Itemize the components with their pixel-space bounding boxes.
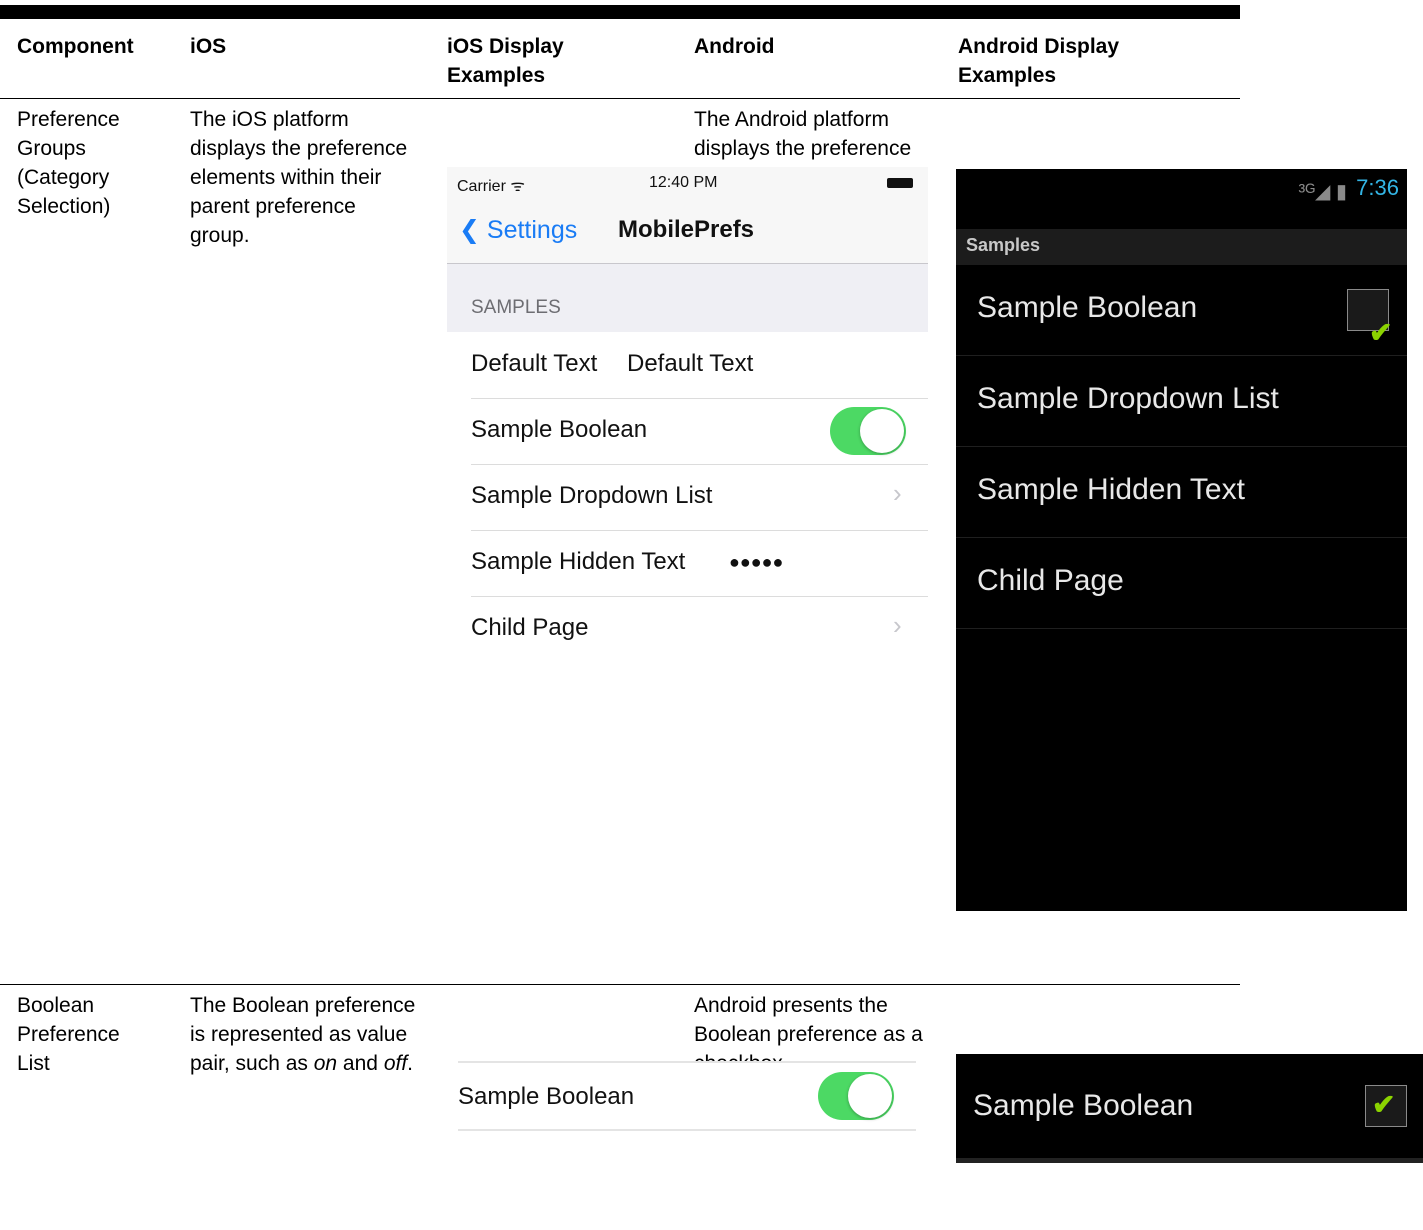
row-child-page[interactable]: Child Page › bbox=[471, 596, 928, 662]
check-icon: ✔ bbox=[1372, 1089, 1396, 1120]
ios-boolean-screenshot: Sample Boolean bbox=[458, 1061, 916, 1131]
row-label: Sample Boolean bbox=[977, 291, 1198, 324]
header-android: Android bbox=[694, 35, 775, 58]
row-label: Sample Dropdown List bbox=[471, 482, 713, 509]
divider bbox=[458, 1061, 916, 1063]
desc-text: . bbox=[407, 1052, 414, 1075]
boolean-label: Sample Boolean bbox=[973, 1089, 1194, 1122]
ios-time: 12:40 PM bbox=[649, 174, 718, 191]
android-row-sample-boolean[interactable]: Sample Boolean ✔ bbox=[956, 265, 1407, 356]
table-top-border bbox=[0, 5, 1240, 19]
row-sample-dropdown[interactable]: Sample Dropdown List › bbox=[471, 464, 928, 531]
android-status-bar: ³ᴳ◢ ▮ 7:36 bbox=[956, 169, 1407, 229]
row-label: Default Text bbox=[471, 350, 598, 377]
boolean-toggle[interactable] bbox=[830, 407, 906, 455]
row-value: ●●●●● bbox=[729, 552, 784, 572]
row1-component: Preference Groups (Category Selection) bbox=[17, 108, 120, 218]
android-row-sample-dropdown[interactable]: Sample Dropdown List bbox=[956, 356, 1407, 447]
header-android-display: Android Display Examples bbox=[958, 35, 1120, 87]
nav-title: MobilePrefs bbox=[618, 216, 755, 243]
chevron-right-icon: › bbox=[893, 478, 902, 508]
row2-ios-desc: The Boolean preference is represented as… bbox=[190, 991, 420, 1078]
divider bbox=[956, 1158, 1423, 1163]
checkbox[interactable]: ✔ bbox=[1347, 289, 1392, 348]
section-title: SAMPLES bbox=[471, 297, 561, 318]
android-preferences-screenshot: ³ᴳ◢ ▮ 7:36 Samples Sample Boolean ✔ Samp… bbox=[956, 169, 1407, 911]
check-icon: ✔ bbox=[1369, 317, 1393, 348]
android-clock: 7:36 bbox=[1356, 175, 1399, 200]
header-rule bbox=[0, 98, 1240, 99]
header-ios-display: iOS Display Examples bbox=[447, 35, 564, 87]
row-label: Child Page bbox=[471, 614, 589, 641]
android-row-sample-hidden-text[interactable]: Sample Hidden Text bbox=[956, 447, 1407, 538]
desc-off: off bbox=[383, 1052, 408, 1075]
desc-text: and bbox=[337, 1052, 384, 1075]
row-sample-hidden-text[interactable]: Sample Hidden Text ●●●●● bbox=[471, 530, 928, 597]
row1-ios-desc: The iOS platform displays the preference… bbox=[190, 108, 408, 247]
android-boolean-screenshot: Sample Boolean ✔ bbox=[956, 1054, 1423, 1163]
row-label: Child Page bbox=[977, 564, 1124, 597]
row-label: Sample Dropdown List bbox=[977, 382, 1279, 415]
category-title: Samples bbox=[966, 235, 1041, 255]
desc-on: on bbox=[313, 1052, 338, 1075]
row-label: Sample Boolean bbox=[471, 416, 648, 443]
battery-icon bbox=[887, 178, 913, 188]
back-button[interactable]: ❮ Settings bbox=[459, 215, 577, 245]
toggle-knob bbox=[848, 1074, 892, 1118]
row-label: Sample Hidden Text bbox=[471, 548, 686, 575]
checkbox[interactable]: ✔ bbox=[1365, 1085, 1407, 1127]
header-component: Component bbox=[17, 35, 134, 58]
android-row-child-page[interactable]: Child Page bbox=[956, 538, 1407, 629]
ios-carrier: Carrier ᯤ bbox=[457, 178, 525, 195]
row-divider bbox=[0, 984, 1240, 985]
row-label: Sample Hidden Text bbox=[977, 473, 1245, 506]
ios-navbar: Carrier ᯤ 12:40 PM ❮ Settings MobilePref… bbox=[447, 167, 928, 264]
boolean-toggle[interactable] bbox=[818, 1072, 894, 1120]
divider bbox=[458, 1129, 916, 1131]
row-default-text[interactable]: Default Text Default Text bbox=[471, 332, 928, 399]
row-value: Default Text bbox=[627, 350, 754, 377]
row2-component: Boolean Preference List bbox=[17, 994, 120, 1075]
chevron-right-icon: › bbox=[893, 610, 902, 640]
row-sample-boolean[interactable]: Sample Boolean bbox=[471, 398, 928, 465]
toggle-knob bbox=[860, 409, 904, 453]
ios-preferences-screenshot: Carrier ᯤ 12:40 PM ❮ Settings MobilePref… bbox=[447, 167, 928, 662]
header-ios: iOS bbox=[190, 35, 227, 58]
signal-icon: ³ᴳ◢ ▮ bbox=[1298, 181, 1347, 203]
boolean-label: Sample Boolean bbox=[458, 1083, 635, 1110]
